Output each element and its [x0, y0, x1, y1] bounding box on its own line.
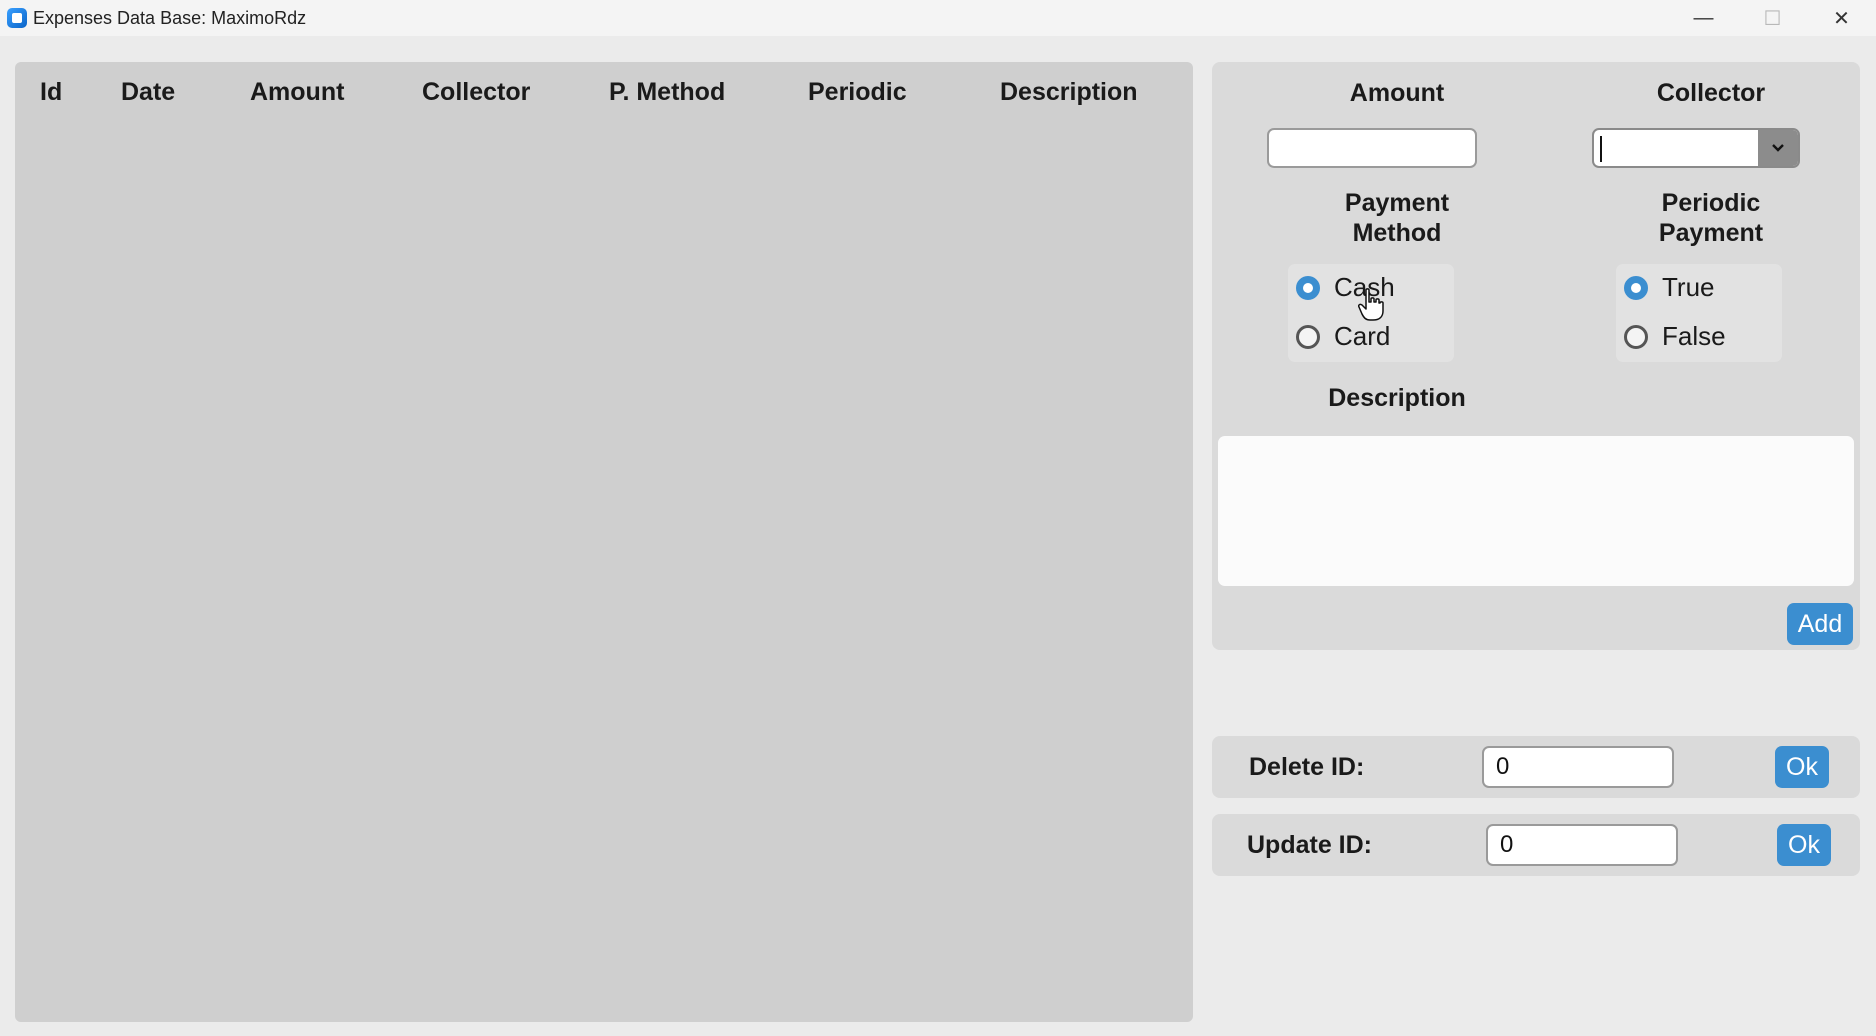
radio-unchecked-icon[interactable]: [1624, 324, 1648, 349]
radio-false[interactable]: False: [1624, 321, 1726, 352]
delete-id-label: Delete ID:: [1249, 753, 1365, 781]
radio-card-label[interactable]: Card: [1334, 321, 1390, 352]
description-textarea[interactable]: [1218, 436, 1854, 586]
close-button[interactable]: ✕: [1807, 0, 1876, 36]
column-header-description[interactable]: Description: [1000, 78, 1138, 107]
text-caret: [1600, 136, 1602, 162]
column-header-amount[interactable]: Amount: [250, 78, 344, 107]
radio-checked-icon[interactable]: [1296, 275, 1320, 300]
delete-ok-button[interactable]: Ok: [1775, 746, 1829, 788]
column-header-collector[interactable]: Collector: [422, 78, 530, 107]
delete-id-input[interactable]: [1482, 746, 1674, 788]
radio-false-label[interactable]: False: [1662, 321, 1726, 352]
chevron-down-icon[interactable]: [1758, 130, 1798, 166]
update-ok-button[interactable]: Ok: [1777, 824, 1831, 866]
add-button[interactable]: Add: [1787, 603, 1853, 645]
column-header-id[interactable]: Id: [40, 78, 62, 107]
update-id-input[interactable]: [1486, 824, 1678, 866]
payment-method-label: Payment Method: [1344, 189, 1450, 247]
maximize-button[interactable]: ☐: [1738, 0, 1807, 36]
radio-card[interactable]: Card: [1296, 321, 1390, 352]
hand-cursor-icon: [1358, 288, 1384, 321]
radio-unchecked-icon[interactable]: [1296, 324, 1320, 349]
amount-label: Amount: [1349, 79, 1445, 107]
window-controls: — ☐ ✕: [1669, 0, 1876, 36]
periodic-payment-group: True False: [1616, 264, 1782, 362]
update-id-label: Update ID:: [1247, 831, 1372, 859]
expenses-table[interactable]: Id Date Amount Collector P. Method Perio…: [15, 62, 1193, 1022]
delete-row: Delete ID: Ok: [1212, 736, 1860, 798]
amount-input[interactable]: [1267, 128, 1477, 168]
add-expense-form: Amount Collector Payment Method Periodic…: [1212, 62, 1860, 650]
update-row: Update ID: Ok: [1212, 814, 1860, 876]
periodic-payment-label: Periodic Payment: [1658, 189, 1764, 247]
title-bar: Expenses Data Base: MaximoRdz — ☐ ✕: [0, 0, 1876, 36]
app-icon: [7, 8, 27, 28]
column-header-date[interactable]: Date: [121, 78, 175, 107]
column-header-payment-method[interactable]: P. Method: [609, 78, 725, 107]
radio-checked-icon[interactable]: [1624, 275, 1648, 300]
radio-true-label[interactable]: True: [1662, 272, 1715, 303]
minimize-button[interactable]: —: [1669, 0, 1738, 36]
description-label: Description: [1328, 384, 1466, 412]
window-title: Expenses Data Base: MaximoRdz: [33, 7, 307, 28]
column-header-periodic[interactable]: Periodic: [808, 78, 907, 107]
radio-true[interactable]: True: [1624, 272, 1715, 303]
collector-label: Collector: [1656, 79, 1766, 107]
collector-combobox[interactable]: [1592, 128, 1800, 168]
